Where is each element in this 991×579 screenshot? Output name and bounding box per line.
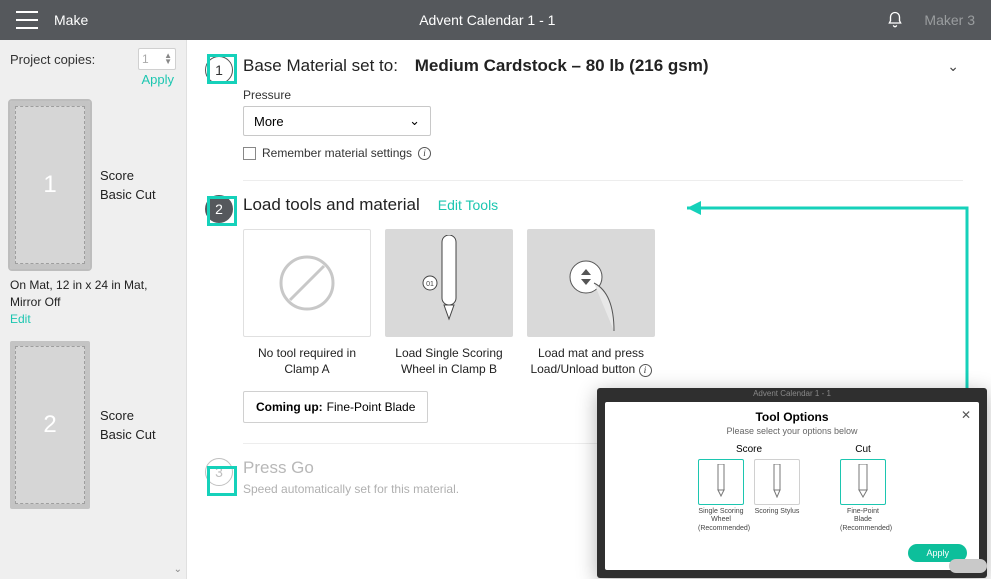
remember-label: Remember material settings	[262, 146, 412, 160]
bell-icon[interactable]	[886, 11, 904, 29]
apply-copies[interactable]: Apply	[0, 70, 186, 95]
step-2-badge: 2	[205, 195, 233, 223]
step-1-badge: 1	[205, 56, 233, 84]
tool-card-loadmat: Load mat and press Load/Unload button i	[527, 229, 655, 377]
mat-2-line2: Basic Cut	[100, 425, 156, 445]
step1-prefix: Base Material set to:	[243, 56, 398, 76]
mat-2-line1: Score	[100, 406, 156, 426]
make-label: Make	[54, 12, 88, 28]
info-icon[interactable]: i	[639, 364, 652, 377]
step3-title: Press Go	[243, 458, 314, 478]
chevron-down-icon[interactable]: ⌄	[174, 564, 182, 575]
menu-icon[interactable]	[16, 11, 38, 29]
mat-preview-1: 1	[10, 101, 90, 269]
edit-tools-link[interactable]: Edit Tools	[438, 197, 498, 213]
pressure-label: Pressure	[243, 88, 963, 102]
remember-checkbox[interactable]	[243, 147, 256, 160]
chevron-down-icon[interactable]: ⌄	[947, 58, 963, 75]
mat-1-line1: Score	[100, 166, 156, 186]
mat-card-1[interactable]: 1 Score Basic Cut	[0, 95, 186, 277]
mat-1-line2: Basic Cut	[100, 185, 156, 205]
mat-1-info: On Mat, 12 in x 24 in Mat, Mirror Off	[10, 277, 176, 311]
cut-heading: Cut	[840, 444, 886, 455]
scoring-wheel-icon: 01	[385, 229, 513, 337]
score-heading: Score	[698, 444, 800, 455]
page-title: Advent Calendar 1 - 1	[88, 12, 886, 28]
resize-handle	[949, 559, 987, 573]
chevron-down-icon: ⌄	[409, 113, 420, 129]
svg-text:01: 01	[426, 281, 434, 288]
popup-bg-title: Advent Calendar 1 - 1	[597, 388, 987, 402]
tool-card-clampB: 01 Load Single Scoring Wheel in Clamp B	[385, 229, 513, 377]
no-tool-icon	[243, 229, 371, 337]
copies-stepper[interactable]: 1 ▲▼	[138, 48, 176, 70]
opt-single-scoring-wheel[interactable]: Single Scoring Wheel (Recommended)	[698, 459, 744, 533]
mat-preview-2: 2	[10, 341, 90, 509]
step-3-badge: 3	[205, 458, 233, 486]
info-icon[interactable]: i	[418, 147, 431, 160]
sidebar: Project copies: 1 ▲▼ Apply 1 Score Basic…	[0, 40, 187, 579]
opt-fine-point-blade[interactable]: Fine-Point Blade (Recommended)	[840, 459, 886, 533]
copies-label: Project copies:	[10, 52, 95, 67]
mat-card-2[interactable]: 2 Score Basic Cut	[0, 335, 186, 517]
step1-material: Medium Cardstock – 80 lb (216 gsm)	[415, 56, 709, 76]
tool-options-backdrop: Advent Calendar 1 - 1 ✕ Tool Options Ple…	[597, 388, 987, 578]
opt-scoring-stylus[interactable]: Scoring Stylus	[754, 459, 800, 533]
popup-title: Tool Options	[619, 410, 965, 424]
step2-title: Load tools and material	[243, 195, 420, 215]
pressure-select[interactable]: More ⌄	[243, 106, 431, 136]
tool-card-clampA: No tool required in Clamp A	[243, 229, 371, 377]
mat-1-edit[interactable]: Edit	[10, 311, 176, 328]
coming-up: Coming up:Fine-Point Blade	[243, 391, 428, 423]
top-bar: Make Advent Calendar 1 - 1 Maker 3	[0, 0, 991, 40]
load-button-icon	[527, 229, 655, 337]
divider	[243, 180, 963, 181]
tool-options-dialog: ✕ Tool Options Please select your option…	[605, 402, 979, 570]
popup-sub: Please select your options below	[619, 426, 965, 436]
close-icon[interactable]: ✕	[961, 408, 971, 422]
device-label: Maker 3	[924, 12, 975, 28]
